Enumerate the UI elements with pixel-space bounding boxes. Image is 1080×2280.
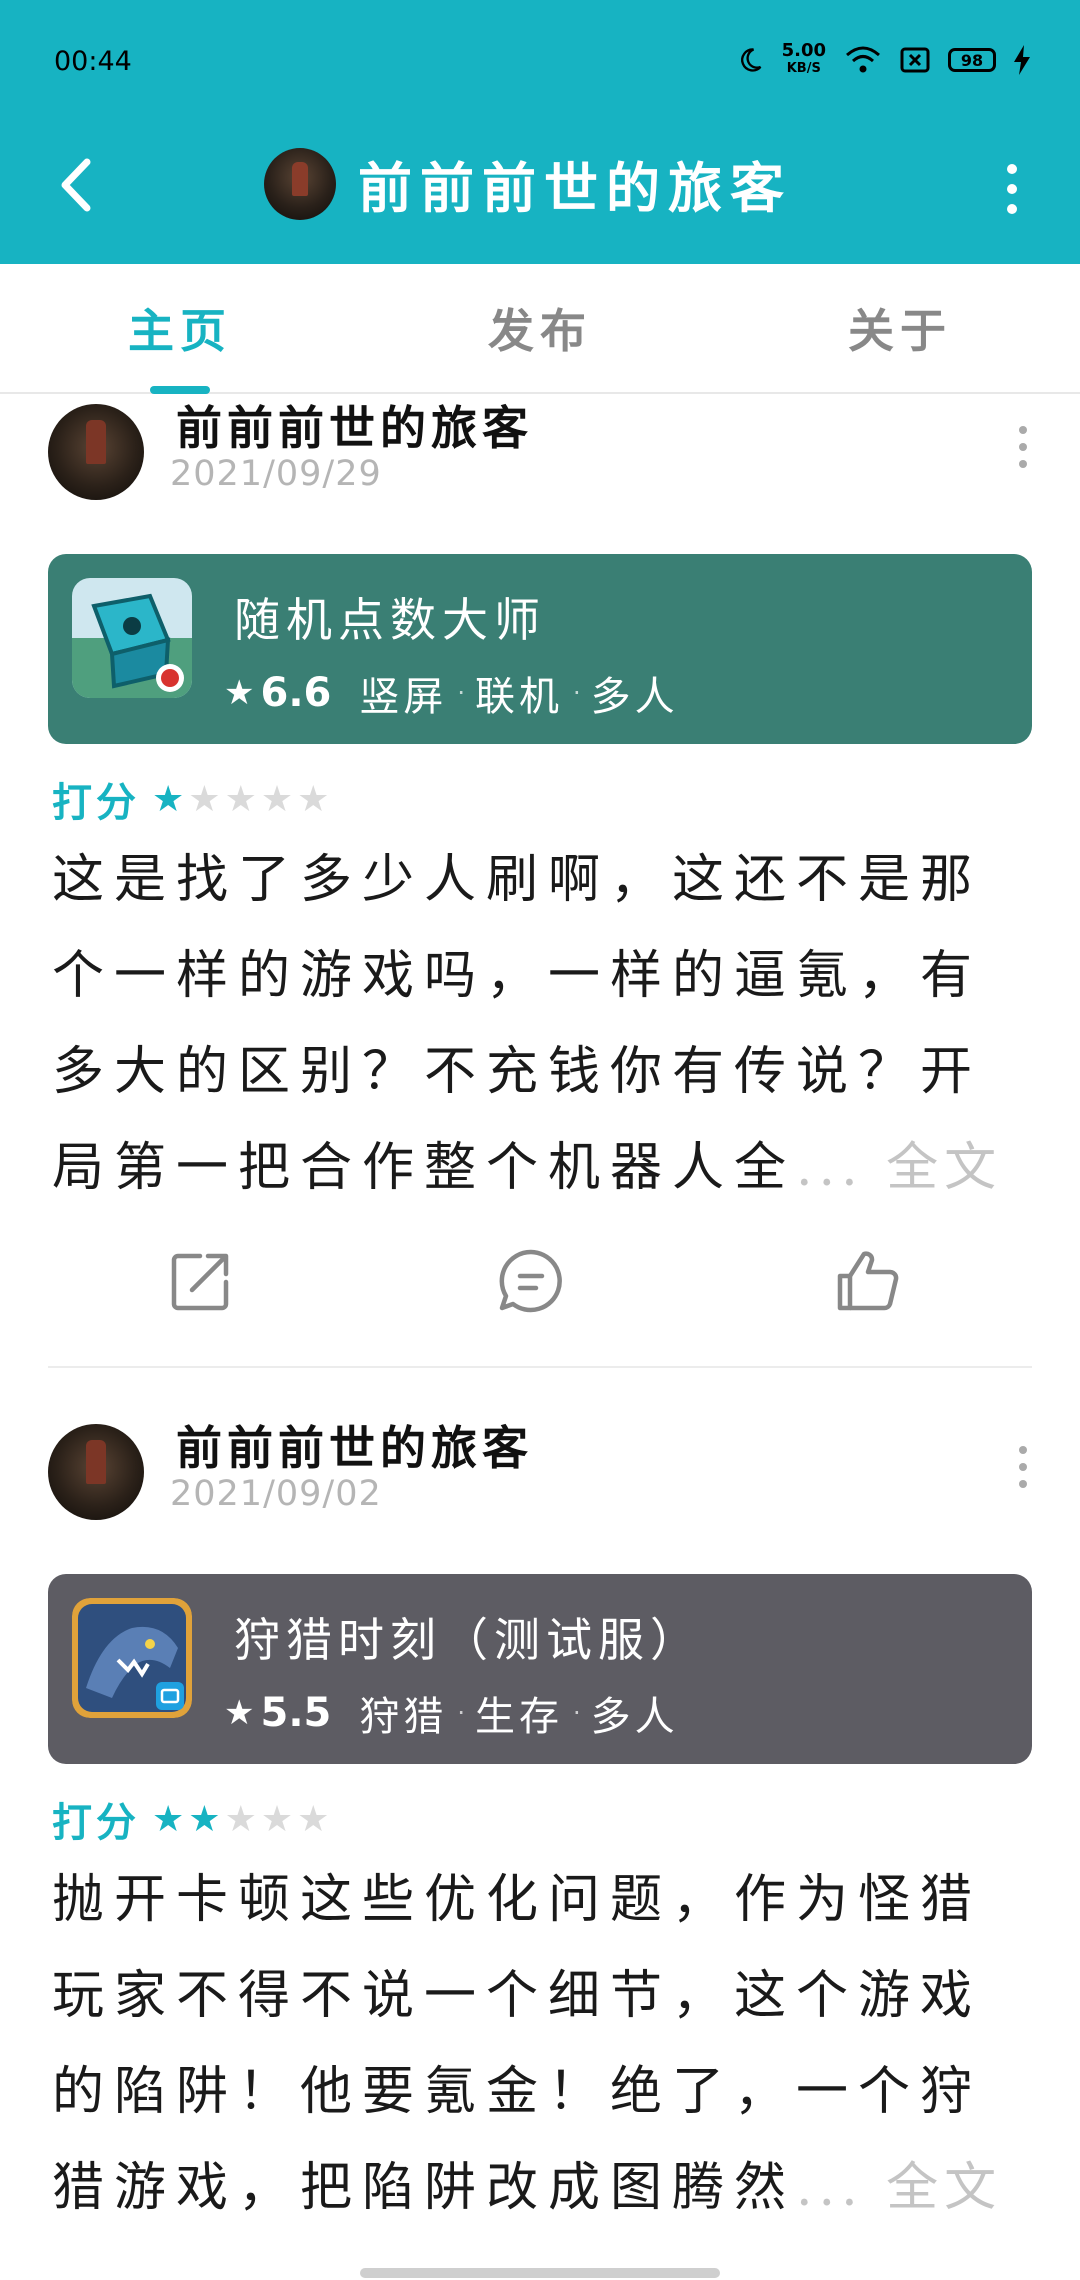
- game-meta: ★ 5.5 狩猎 · 生存 · 多人: [224, 1684, 679, 1742]
- game-icon: [72, 1598, 192, 1718]
- star-icon: ★: [188, 1798, 221, 1840]
- game-score: 6.6: [260, 670, 332, 716]
- header-avatar[interactable]: [264, 147, 336, 220]
- page-title: 前前前世的旅客: [358, 156, 792, 220]
- rating-label: 打分: [52, 1799, 140, 1846]
- star-icon: ★: [152, 778, 185, 820]
- star-icon: ★: [224, 673, 255, 713]
- tab-publish[interactable]: 发布: [360, 264, 720, 392]
- star-icon: ★: [297, 778, 330, 820]
- star-icon: ★: [260, 778, 294, 820]
- battery-icon: 98: [948, 48, 996, 72]
- read-more-link[interactable]: ... 全文: [796, 1138, 1002, 1198]
- game-card[interactable]: 随机点数大师 ★ 6.6 竖屏 · 联机 · 多人: [48, 554, 1032, 744]
- review-text[interactable]: 抛开卡顿这些优化问题，作为怪猎 玩家不得不说一个细节，这个游戏 的陷阱！他要氪金…: [52, 1852, 1032, 2236]
- star-icon: ★: [224, 1798, 257, 1840]
- tab-home[interactable]: 主页: [0, 264, 360, 394]
- header-title-group: 前前前世的旅客: [264, 144, 792, 223]
- tab-bar: 主页 发布 关于: [0, 264, 1080, 394]
- rating-label: 打分: [52, 779, 140, 826]
- sim-icon: [900, 47, 930, 73]
- status-bar: 00:44 5.00 KB/S 98: [0, 0, 1080, 120]
- charging-icon: [1014, 45, 1030, 75]
- share-button[interactable]: [166, 1246, 246, 1326]
- back-button[interactable]: [40, 150, 110, 220]
- post-menu-button[interactable]: [1008, 426, 1038, 486]
- game-icon: [72, 578, 192, 698]
- more-options-button[interactable]: [992, 154, 1032, 224]
- post-date: 2021/09/29: [170, 454, 382, 494]
- post-author[interactable]: 前前前世的旅客: [176, 392, 533, 458]
- game-name: 随机点数大师: [234, 593, 546, 647]
- status-icons: 5.00 KB/S 98: [736, 42, 1030, 78]
- post-author[interactable]: 前前前世的旅客: [176, 1412, 533, 1478]
- home-indicator[interactable]: [360, 2268, 720, 2278]
- like-button[interactable]: [832, 1246, 912, 1326]
- read-more-link[interactable]: ... 全文: [796, 2158, 1002, 2218]
- post-date: 2021/09/02: [170, 1474, 382, 1514]
- game-tag: 竖屏: [359, 674, 448, 720]
- game-name: 狩猎时刻（测试服）: [234, 1613, 702, 1667]
- tag-separator: ·: [457, 679, 465, 707]
- post-header: 前前前世的旅客 2021/09/02: [48, 1412, 1038, 1522]
- tag-separator: ·: [572, 1699, 581, 1727]
- game-tag: 多人: [590, 1694, 679, 1740]
- game-tag: 生存: [474, 1694, 563, 1740]
- comment-button[interactable]: [496, 1246, 576, 1326]
- game-score: 5.5: [260, 1690, 332, 1736]
- post-actions: [0, 1246, 1080, 1346]
- post-divider: [48, 1366, 1032, 1368]
- tag-separator: ·: [572, 679, 581, 707]
- wifi-icon: [846, 46, 880, 73]
- app-bar: 前前前世的旅客: [0, 120, 1080, 264]
- share-icon: [171, 1253, 229, 1311]
- star-icon: ★: [224, 778, 257, 820]
- moon-icon: [740, 48, 761, 72]
- rating: 打分 ★ ★ ★ ★ ★: [52, 1790, 333, 1848]
- star-icon: ★: [297, 1798, 330, 1840]
- game-tag: 联机: [474, 674, 563, 720]
- tag-separator: ·: [457, 1699, 465, 1727]
- thumbs-up-icon: [837, 1251, 899, 1311]
- game-tag: 狩猎: [359, 1694, 448, 1740]
- comment-icon: [499, 1249, 562, 1313]
- chevron-left-icon: [61, 158, 91, 212]
- tab-about[interactable]: 关于: [720, 264, 1080, 392]
- rating: 打分 ★ ★ ★ ★ ★: [52, 770, 333, 828]
- game-card[interactable]: 狩猎时刻（测试服） ★ 5.5 狩猎 · 生存 · 多人: [48, 1574, 1032, 1764]
- star-icon: ★: [188, 778, 221, 820]
- top-bar: 00:44 5.00 KB/S 98 前前前世的旅客: [0, 0, 1080, 264]
- rating-stars: ★ ★ ★ ★ ★: [152, 1799, 333, 1840]
- avatar[interactable]: [48, 1424, 144, 1520]
- status-time: 00:44: [54, 46, 132, 77]
- net-speed: 5.00 KB/S: [781, 40, 826, 77]
- star-icon: ★: [260, 1798, 294, 1840]
- game-meta: ★ 6.6 竖屏 · 联机 · 多人: [224, 664, 679, 722]
- star-icon: ★: [224, 1693, 255, 1733]
- post-header: 前前前世的旅客 2021/09/29: [48, 392, 1038, 502]
- game-tag: 多人: [590, 674, 679, 720]
- post-menu-button[interactable]: [1008, 1446, 1038, 1506]
- rating-stars: ★ ★ ★ ★ ★: [152, 779, 333, 820]
- review-text[interactable]: 这是找了多少人刷啊，这还不是那 个一样的游戏吗，一样的逼氪，有 多大的区别？不充…: [52, 832, 1032, 1216]
- star-icon: ★: [152, 1798, 185, 1840]
- avatar[interactable]: [48, 404, 144, 500]
